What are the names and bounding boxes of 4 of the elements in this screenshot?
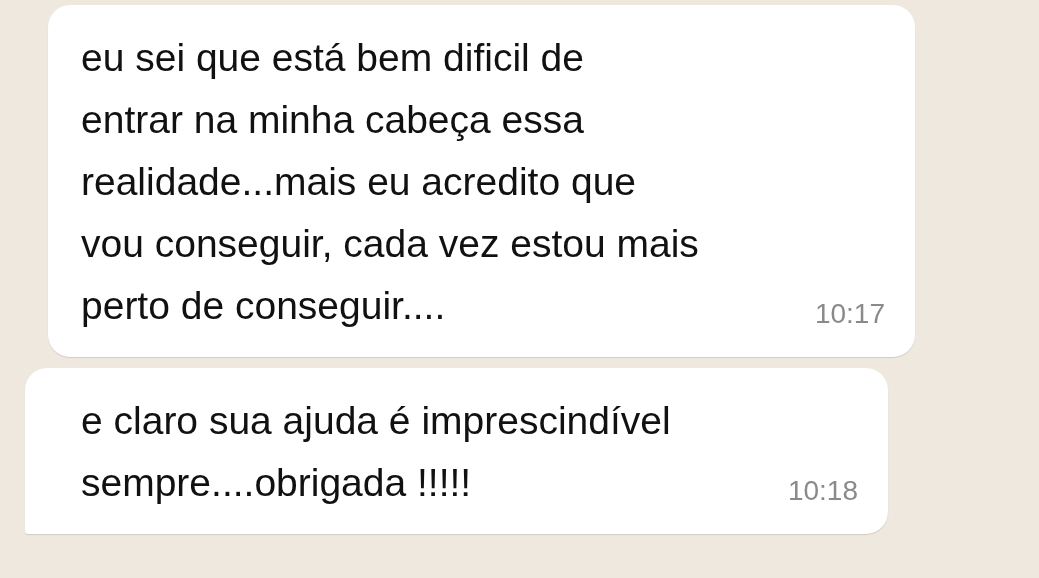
message-text: eu sei que está bem dificil de entrar na minha cabeça essa realidade...mais eu acredito que vou conseguir, cada vez estou mais perto de conseguir.... — [81, 35, 699, 329]
message-text: e claro sua ajuda é imprescindível sempre....obrigada !!!!! — [81, 398, 671, 506]
message-time: 10:18 — [787, 474, 858, 508]
message-time: 10:17 — [814, 297, 885, 331]
